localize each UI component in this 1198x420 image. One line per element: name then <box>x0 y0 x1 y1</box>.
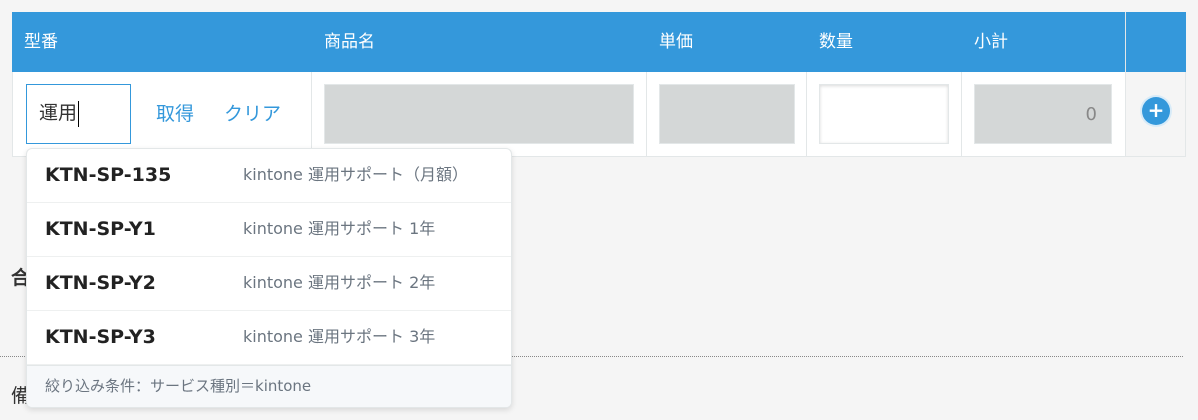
clear-button[interactable]: クリア <box>224 84 281 144</box>
row-action-cell: + <box>1125 72 1186 157</box>
fetch-button[interactable]: 取得 <box>156 84 194 144</box>
header-subtotal: 小計 <box>974 32 1008 52</box>
item-code: KTN-SP-135 <box>45 164 172 186</box>
list-item[interactable]: KTN-SP-Y3 kintone 運用サポート 3年 <box>27 311 511 365</box>
model-input-value: 運用 <box>39 102 78 124</box>
subtotal-field: 0 <box>974 84 1112 144</box>
list-item[interactable]: KTN-SP-Y1 kintone 運用サポート 1年 <box>27 203 511 257</box>
table-row: 運用 取得 クリア 0 <box>12 72 1125 157</box>
quantity-input[interactable] <box>819 84 949 144</box>
item-name: kintone 運用サポート 3年 <box>243 327 436 346</box>
table-header-row: 型番 商品名 単価 数量 小計 <box>12 12 1125 72</box>
autocomplete-dropdown: KTN-SP-135 kintone 運用サポート（月額） KTN-SP-Y1 … <box>26 148 512 408</box>
list-item[interactable]: KTN-SP-Y2 kintone 運用サポート 2年 <box>27 257 511 311</box>
cell-model: 運用 取得 クリア <box>13 72 312 157</box>
header-quantity: 数量 <box>819 32 853 52</box>
cell-product-name <box>312 72 647 157</box>
header-product-name: 商品名 <box>324 32 375 52</box>
subtotal-value: 0 <box>1085 104 1097 125</box>
product-table: 型番 商品名 単価 数量 小計 運用 取得 クリア 0 + <box>12 12 1186 157</box>
item-name: kintone 運用サポート（月額） <box>243 165 468 184</box>
product-name-field <box>324 84 634 144</box>
text-caret <box>78 100 80 127</box>
item-code: KTN-SP-Y1 <box>45 218 156 240</box>
item-name: kintone 運用サポート 2年 <box>243 273 436 292</box>
model-input[interactable]: 運用 <box>26 84 131 144</box>
cell-subtotal: 0 <box>962 72 1125 157</box>
add-row-icon[interactable]: + <box>1142 97 1170 125</box>
item-code: KTN-SP-Y3 <box>45 326 156 348</box>
header-model: 型番 <box>24 32 58 52</box>
list-item[interactable]: KTN-SP-135 kintone 運用サポート（月額） <box>27 149 511 203</box>
item-code: KTN-SP-Y2 <box>45 272 156 294</box>
cell-quantity <box>807 72 962 157</box>
cell-unit-price <box>647 72 807 157</box>
item-name: kintone 運用サポート 1年 <box>243 219 436 238</box>
header-unit-price: 単価 <box>659 32 693 52</box>
unit-price-field <box>659 84 795 144</box>
header-action-cell <box>1125 12 1186 72</box>
filter-condition-footer: 絞り込み条件：サービス種別＝kintone <box>27 365 511 407</box>
